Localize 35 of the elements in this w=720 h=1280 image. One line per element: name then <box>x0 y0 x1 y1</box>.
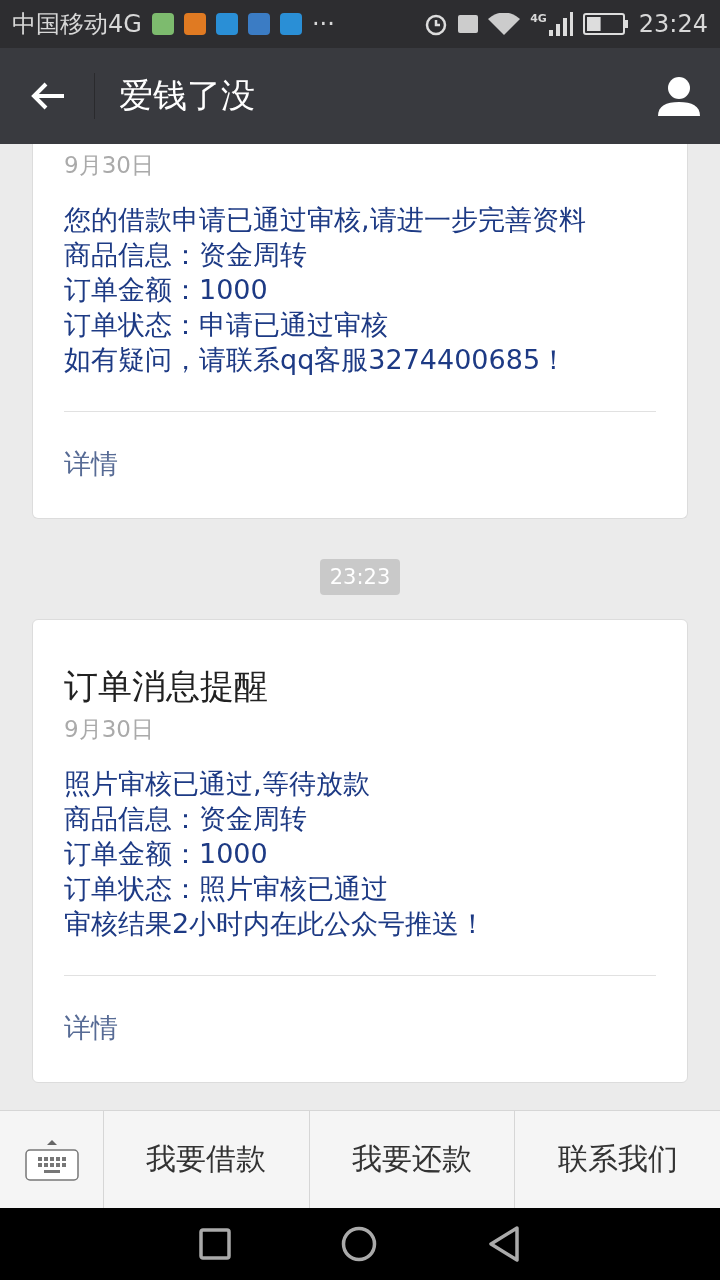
chat-title: 爱钱了没 <box>119 74 256 117</box>
signal-icon <box>548 12 573 36</box>
card-date: 9月30日 <box>64 715 155 744</box>
card-date: 9月30日 <box>64 151 155 180</box>
battery-icon <box>582 13 629 35</box>
network-type: 4G <box>530 12 547 25</box>
message-line: 照片审核已通过,等待放款 <box>64 767 371 801</box>
message-line: 订单状态：照片审核已通过 <box>64 872 389 906</box>
more-notifications: ··· <box>311 10 335 38</box>
app-icon <box>183 13 206 35</box>
profile-icon[interactable] <box>658 76 700 116</box>
message-line: 订单金额：1000 <box>64 837 269 871</box>
message-line: 如有疑问，请联系qq客服3274400685！ <box>64 343 569 377</box>
card-title: 订单消息提醒 <box>64 665 269 708</box>
app-icon <box>151 13 174 35</box>
keyboard-icon[interactable] <box>23 1137 80 1182</box>
recent-apps-icon[interactable] <box>199 1228 231 1260</box>
app-icon <box>279 13 302 35</box>
message-line: 订单状态：申请已通过审核 <box>64 308 389 342</box>
app-icon <box>247 13 270 35</box>
message-line: 商品信息：资金周转 <box>64 238 308 272</box>
message-line: 审核结果2小时内在此公众号推送！ <box>64 907 488 941</box>
message-line: 您的借款申请已通过审核,请进一步完善资料 <box>64 203 587 237</box>
back-icon[interactable] <box>487 1225 521 1263</box>
clock-time: 23:24 <box>638 10 708 38</box>
alarm-icon <box>424 12 449 36</box>
home-icon[interactable] <box>341 1226 377 1262</box>
wifi-icon <box>488 13 521 35</box>
details-link[interactable]: 详情 <box>64 976 656 1082</box>
back-arrow-icon[interactable] <box>30 81 66 111</box>
app-icon <box>215 13 238 35</box>
details-link[interactable]: 详情 <box>64 412 656 518</box>
message-line: 商品信息：资金周转 <box>64 802 308 836</box>
message-line: 订单金额：1000 <box>64 273 269 307</box>
carrier-text: 中国移动4G <box>12 9 142 40</box>
